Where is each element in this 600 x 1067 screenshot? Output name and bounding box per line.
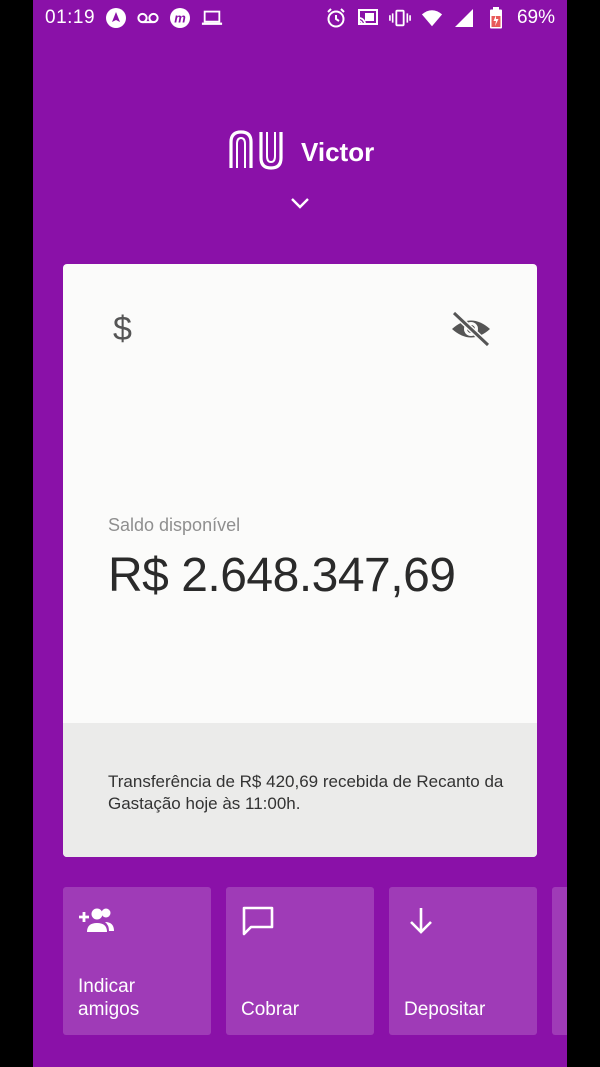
shortcut-label: Depositar [404, 999, 486, 1020]
alarm-icon [325, 7, 347, 29]
dollar-icon: $ [113, 310, 132, 348]
balance-value: R$ 2.648.347,69 [108, 549, 456, 602]
navigation-icon [105, 7, 127, 29]
balance-label: Saldo disponível [108, 515, 241, 535]
header-brand[interactable]: Victor [227, 128, 374, 177]
voicemail-icon [137, 7, 159, 29]
battery-percent: 69% [516, 7, 555, 28]
app-screen: 01:19 m 69% Victor $ Saldo disponível R$… [33, 0, 567, 1067]
header[interactable]: Victor [33, 120, 567, 220]
shortcut-next-partial[interactable] [552, 887, 567, 1035]
status-left: 01:19 m [45, 7, 223, 29]
shortcut-indicar-amigos[interactable]: Indicar amigos [63, 887, 211, 1035]
status-right: 69% [325, 7, 555, 29]
shortcut-label: Cobrar [241, 999, 300, 1020]
wifi-icon [421, 7, 443, 29]
cast-icon [357, 7, 379, 29]
shortcut-depositar[interactable]: Depositar [389, 887, 537, 1035]
vibrate-icon [389, 7, 411, 29]
status-time: 01:19 [45, 7, 96, 28]
card-notice[interactable]: Transferência de R$ 420,69 recebida de R… [63, 723, 537, 857]
arrow-down-icon [403, 905, 441, 937]
notice-text: Transferência de R$ 420,69 recebida de R… [108, 772, 504, 813]
shortcuts-row: Indicar amigos Cobrar Depositar [63, 887, 567, 1035]
svg-text:m: m [174, 11, 186, 26]
shortcut-label: Indicar amigos [78, 976, 140, 1020]
user-name: Victor [301, 137, 375, 167]
add-friends-icon [77, 905, 115, 937]
signal-icon [453, 7, 475, 29]
app-m-icon: m [169, 7, 191, 29]
nu-logo-icon [227, 128, 289, 177]
shortcut-cobrar[interactable]: Cobrar [226, 887, 374, 1035]
eye-off-icon[interactable] [449, 310, 493, 348]
laptop-icon [201, 7, 223, 29]
chevron-down-icon[interactable] [287, 194, 313, 212]
status-bar: 01:19 m 69% [33, 0, 567, 36]
account-card[interactable]: $ Saldo disponível R$ 2.648.347,69 Trans… [63, 264, 537, 857]
message-icon [240, 905, 278, 937]
battery-icon [485, 7, 507, 29]
